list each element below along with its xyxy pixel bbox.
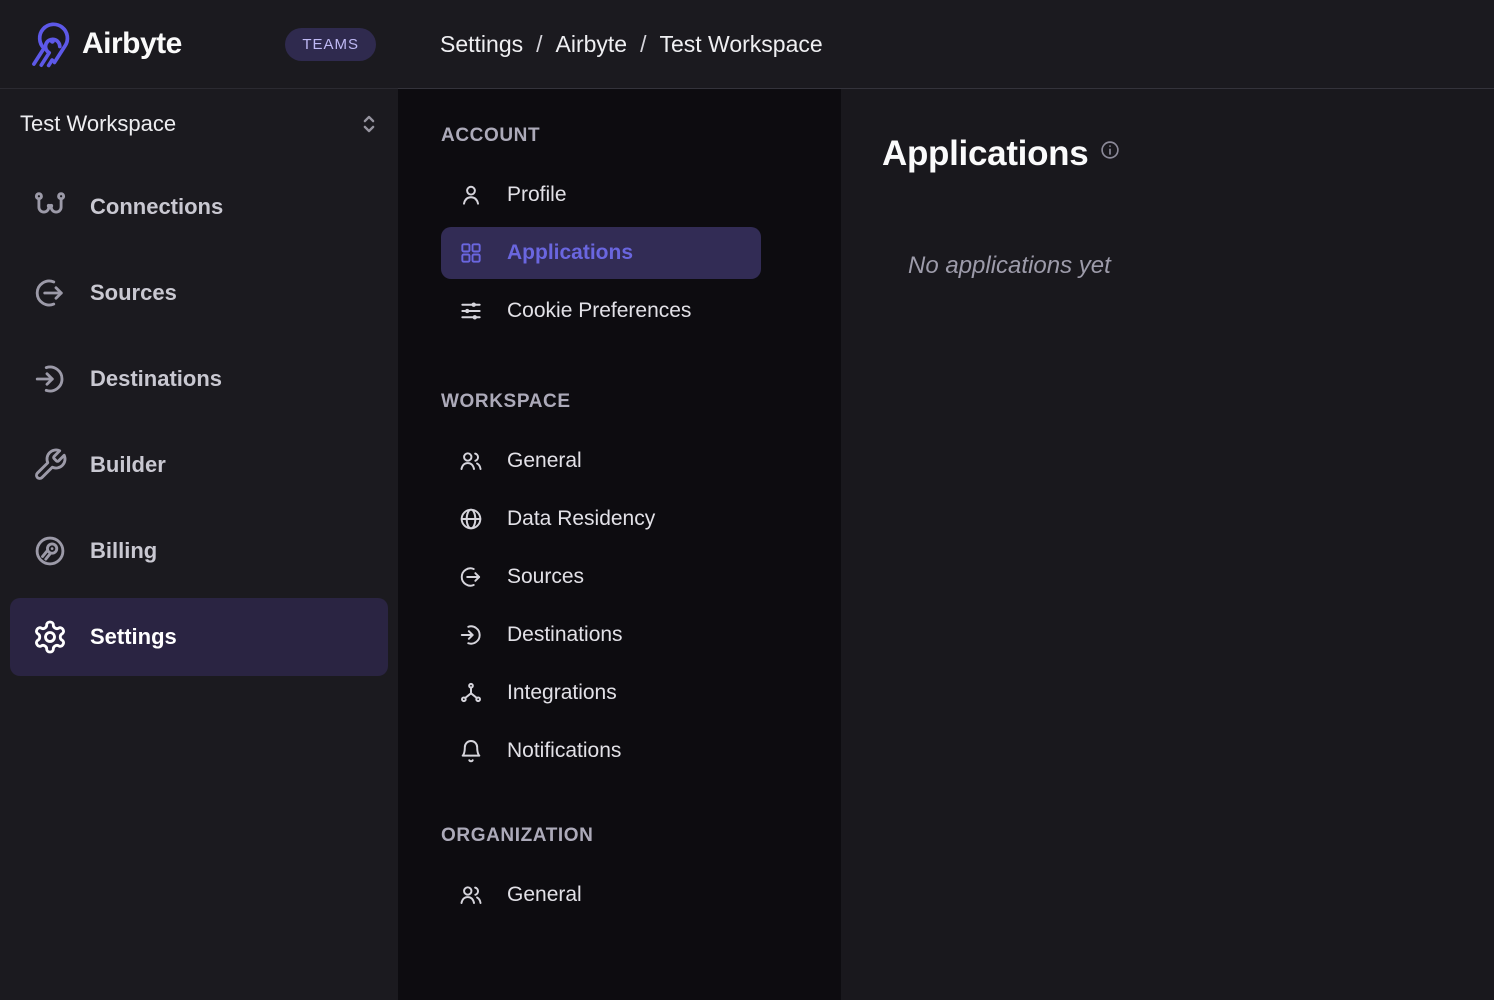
settings-nav-item-label: Sources	[507, 565, 584, 589]
content-region: ACCOUNT Profile Applications Cookie Prefere…	[398, 89, 1494, 1000]
profile-icon	[458, 182, 484, 208]
settings-section-account: ACCOUNT Profile Applications Cookie Prefere…	[441, 125, 761, 337]
notifications-icon	[458, 738, 484, 764]
settings-nav-item-cookie-preferences[interactable]: Cookie Preferences	[441, 285, 761, 337]
sidebar-item-connections[interactable]: Connections	[10, 168, 388, 246]
airbyte-logo-icon	[22, 18, 74, 70]
sidebar-item-label: Billing	[90, 538, 157, 564]
airbyte-app: Airbyte TEAMS Test Workspace Connections…	[0, 0, 1494, 1000]
page-title: Applications	[882, 134, 1088, 174]
sidebar-item-settings[interactable]: Settings	[10, 598, 388, 676]
chevron-up-down-icon	[356, 111, 382, 137]
settings-nav-item-sources[interactable]: Sources	[441, 551, 761, 603]
workspace-selector[interactable]: Test Workspace	[0, 89, 398, 159]
sidebar-item-label: Builder	[90, 452, 166, 478]
connections-icon	[32, 189, 68, 225]
settings-nav-item-notifications[interactable]: Notifications	[441, 725, 761, 777]
workspace-selector-label: Test Workspace	[20, 111, 176, 137]
settings-section-title: WORKSPACE	[441, 391, 761, 413]
sources-icon	[458, 564, 484, 590]
sidebar-item-label: Connections	[90, 194, 223, 220]
settings-nav: ACCOUNT Profile Applications Cookie Prefere…	[398, 89, 841, 1000]
breadcrumb: Settings / Airbyte / Test Workspace	[440, 31, 823, 58]
teams-badge: TEAMS	[285, 28, 376, 61]
settings-nav-item-org-general[interactable]: General	[441, 869, 761, 921]
settings-icon	[32, 619, 68, 655]
destinations-icon	[458, 622, 484, 648]
members-icon	[458, 448, 484, 474]
sidebar-item-label: Settings	[90, 624, 177, 650]
logo-row: Airbyte TEAMS	[0, 0, 398, 89]
settings-nav-item-label: Data Residency	[507, 507, 655, 531]
sidebar-item-destinations[interactable]: Destinations	[10, 340, 388, 418]
sidebar-item-label: Sources	[90, 280, 177, 306]
settings-nav-item-applications[interactable]: Applications	[441, 227, 761, 279]
settings-nav-item-destinations[interactable]: Destinations	[441, 609, 761, 661]
sidebar-item-billing[interactable]: Billing	[10, 512, 388, 590]
settings-nav-item-label: General	[507, 883, 582, 907]
settings-section-workspace: WORKSPACE General Data Residency Sources Des…	[441, 391, 761, 777]
settings-nav-item-label: Integrations	[507, 681, 617, 705]
sidebar-item-builder[interactable]: Builder	[10, 426, 388, 504]
breadcrumb-separator: /	[640, 31, 646, 58]
main-panel: Applications No applications yet	[841, 89, 1494, 1000]
breadcrumb-separator: /	[536, 31, 542, 58]
sidebar-item-sources[interactable]: Sources	[10, 254, 388, 332]
billing-icon	[32, 533, 68, 569]
info-icon[interactable]	[1099, 139, 1121, 161]
topbar: Settings / Airbyte / Test Workspace	[398, 0, 1494, 89]
settings-nav-item-label: Cookie Preferences	[507, 299, 691, 323]
sidebar: Airbyte TEAMS Test Workspace Connections…	[0, 0, 398, 1000]
settings-nav-item-data-residency[interactable]: Data Residency	[441, 493, 761, 545]
members-icon	[458, 882, 484, 908]
settings-section-title: ACCOUNT	[441, 125, 761, 147]
settings-nav-item-label: Notifications	[507, 739, 621, 763]
destinations-icon	[32, 361, 68, 397]
cookie-preferences-icon	[458, 298, 484, 324]
settings-nav-item-label: Applications	[507, 241, 633, 265]
settings-nav-item-general[interactable]: General	[441, 435, 761, 487]
settings-nav-item-profile[interactable]: Profile	[441, 169, 761, 221]
breadcrumb-item-test-workspace: Test Workspace	[659, 31, 822, 58]
settings-section-organization: ORGANIZATION General	[441, 825, 761, 921]
right-region: Settings / Airbyte / Test Workspace ACCOUNT P…	[398, 0, 1494, 1000]
sidebar-item-label: Destinations	[90, 366, 222, 392]
integrations-icon	[458, 680, 484, 706]
page-title-row: Applications	[882, 134, 1494, 174]
applications-icon	[458, 240, 484, 266]
builder-icon	[32, 447, 68, 483]
empty-state-message: No applications yet	[908, 252, 1494, 280]
settings-nav-item-label: Profile	[507, 183, 567, 207]
brand-name: Airbyte	[82, 27, 182, 61]
globe-icon	[458, 506, 484, 532]
settings-nav-item-label: General	[507, 449, 582, 473]
breadcrumb-item-settings[interactable]: Settings	[440, 31, 523, 58]
sidebar-nav: Connections Sources Destinations Builder Bil…	[0, 159, 398, 684]
breadcrumb-item-airbyte[interactable]: Airbyte	[556, 31, 628, 58]
sources-icon	[32, 275, 68, 311]
settings-nav-item-label: Destinations	[507, 623, 623, 647]
settings-nav-item-integrations[interactable]: Integrations	[441, 667, 761, 719]
settings-section-title: ORGANIZATION	[441, 825, 761, 847]
